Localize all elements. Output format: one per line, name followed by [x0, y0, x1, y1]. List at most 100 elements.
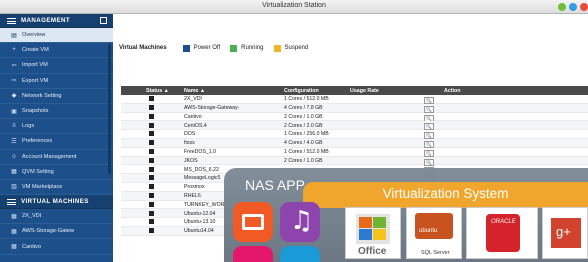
sidebar-item-label: VM Marketplace	[22, 183, 63, 190]
table-header: Status ▲ Name ▲ Configuration Usage Rate…	[121, 86, 588, 95]
menu-icon	[7, 198, 16, 205]
vm-name[interactable]: Proxmox	[184, 184, 204, 190]
status-indicator	[149, 157, 154, 163]
status-indicator	[149, 228, 154, 234]
vm-name[interactable]: Ubuntu14.04	[184, 228, 214, 234]
import-icon: ⇦	[11, 62, 17, 69]
qvm-icon: ▦	[11, 169, 17, 176]
sidebar-item-vm-marketplace[interactable]: ▥ VM Marketplace	[0, 180, 113, 196]
vm-configuration: 2 Cores / 2.0 GB	[284, 122, 323, 129]
ubuntu-sql-vm-tile[interactable]: ubuntu SQL Server	[406, 207, 462, 259]
table-row[interactable]: JKOS2 Cores / 1.0 GB▶⏸◯■⚙🔍	[121, 156, 588, 166]
table-row[interactable]: FreeDOS_1.01 Cores / 512.0 MB▶⏸◯■⚙🔍	[121, 148, 588, 157]
vm-name[interactable]: Ubuntu-12.04	[184, 211, 215, 217]
table-row[interactable]: AWS-Storage-Gateway-4 Cores / 7.8 GB▶⏸◯■…	[121, 103, 588, 113]
virtual-machines-header-label: VIRTUAL MACHINES	[21, 198, 89, 206]
sidebar-item-label: Create VM	[22, 47, 49, 54]
sidebar-item-logs[interactable]: ≡ Logs	[0, 119, 113, 135]
table-row[interactable]: fioss4 Cores / 4.0 GB▶⏸◯■⚙🔍	[121, 138, 588, 149]
status-indicator	[149, 210, 154, 216]
management-header-label: MANAGEMENT	[21, 17, 71, 24]
vm-name[interactable]: fioss	[184, 140, 195, 146]
table-row[interactable]: Cantivo2 Cores / 1.0 GB▶⏸◯■⚙🔍	[121, 113, 588, 122]
vm-name[interactable]: TURNKEY_WOR	[184, 202, 224, 208]
sidebar-vm-item[interactable]: ▦ Cantivo	[0, 239, 113, 255]
sidebar-item-label: Overview	[22, 32, 46, 39]
minimize-button[interactable]	[558, 3, 566, 11]
vm-name[interactable]: RHEL6	[184, 193, 201, 199]
sidebar-item-account-management[interactable]: ☺ Account Management	[0, 150, 113, 165]
vm-configuration: 1 Cores / 512.0 MB	[284, 96, 329, 103]
sidebar-vm-label: 2X_VDI	[22, 213, 42, 220]
sidebar-item-import-vm[interactable]: ⇦ Import VM	[0, 58, 113, 74]
vm-configuration: 1 Cores / 512.0 MB	[284, 149, 329, 156]
sidebar-vm-label: Cantivo	[22, 243, 41, 250]
sidebar-scrollbar[interactable]	[108, 44, 111, 174]
vm-configuration: 1 Cores / 256.0 MB	[284, 131, 329, 138]
vm-name[interactable]: MessageLogic5	[184, 175, 220, 181]
ubuntu-label: ubuntu	[419, 228, 438, 234]
office-label: Office	[358, 246, 387, 257]
vm-grid-icon: ▦	[11, 244, 17, 251]
sidebar-item-snapshots[interactable]: ▣ Snapshots	[0, 104, 113, 120]
name-column-header[interactable]: Name ▲	[184, 88, 205, 94]
vm-name[interactable]: JKOS	[184, 158, 198, 164]
close-button[interactable]	[580, 3, 588, 11]
status-indicator	[149, 193, 154, 199]
table-row[interactable]: 2X_VDI1 Cores / 512.0 MB▶⏸◯■⚙🔍	[121, 95, 588, 105]
vm-name[interactable]: 2X_VDI	[184, 96, 202, 102]
sidebar-vm-item[interactable]: ▦ AWS-Storage-Gatew	[0, 224, 113, 240]
sidebar-item-label: QVM Setting	[22, 168, 54, 175]
configuration-column-header: Configuration	[284, 87, 319, 94]
legend-label: Power Off	[193, 45, 221, 51]
vm-grid-icon: ▦	[11, 213, 17, 220]
vm-name[interactable]: Ubuntu-13.10	[184, 219, 215, 225]
music-station-app-icon[interactable]: ♫	[280, 202, 320, 242]
power-off-swatch	[182, 44, 190, 52]
qsync-app-icon[interactable]	[280, 246, 320, 262]
status-indicator	[149, 105, 154, 111]
sidebar-item-label: Import VM	[22, 62, 48, 69]
vm-name[interactable]: MS_DOS_6.22	[184, 167, 219, 173]
usage-column-header: Usage Rate	[350, 87, 379, 94]
photo-station-app-icon[interactable]	[233, 246, 273, 262]
status-indicator	[149, 149, 154, 155]
google-plus-label: g+	[556, 224, 571, 239]
google-plus-vm-tile[interactable]: g+	[542, 207, 588, 259]
ubuntu-folder-icon: ubuntu	[415, 213, 453, 239]
status-column-header[interactable]: Status ▲	[146, 88, 169, 94]
status-indicator	[149, 122, 154, 128]
sidebar-item-label: Account Management	[22, 153, 77, 160]
virtual-machines-section-header[interactable]: VIRTUAL MACHINES	[0, 195, 113, 210]
management-section-header[interactable]: MANAGEMENT	[0, 14, 113, 28]
status-indicator	[149, 166, 154, 172]
sidebar-item-create-vm[interactable]: + Create VM	[0, 43, 113, 59]
table-row[interactable]: DOS1 Cores / 256.0 MB▶⏸◯■⚙🔍	[121, 130, 588, 140]
sidebar-item-overview[interactable]: ▤ Overview	[0, 28, 113, 44]
maximize-button[interactable]	[569, 3, 577, 11]
vm-name[interactable]: FreeDOS_1.0	[184, 149, 216, 155]
table-row[interactable]: CentOS.42 Cores / 2.0 GB▶⏸◯■⚙🔍	[121, 121, 588, 131]
status-indicator	[149, 201, 154, 207]
sidebar-item-label: Logs	[22, 123, 35, 130]
virtualization-station-window: Virtualization Station MANAGEMENT ▤ Overv…	[0, 0, 588, 262]
vm-name[interactable]: DOS	[184, 131, 195, 137]
sidebar-item-preferences[interactable]: ☰ Preferences	[0, 134, 113, 150]
file-station-app-icon[interactable]	[233, 202, 273, 242]
vm-name[interactable]: Cantivo	[184, 114, 202, 120]
vm-configuration: 2 Cores / 1.0 GB	[284, 157, 323, 164]
sidebar-item-qvm-setting[interactable]: ▦ QVM Setting	[0, 165, 113, 180]
vm-name[interactable]: AWS-Storage-Gateway-	[184, 105, 239, 111]
sidebar-item-export-vm[interactable]: ⇨ Export VM	[0, 74, 113, 89]
vm-name[interactable]: CentOS.4	[184, 123, 207, 129]
sidebar-item-network-setting[interactable]: ◆ Network Setting	[0, 89, 113, 104]
collapse-icon[interactable]	[100, 17, 107, 24]
vm-configuration: 4 Cores / 7.8 GB	[284, 105, 323, 112]
oracle-vm-tile[interactable]: ORACLE	[466, 207, 538, 259]
plus-icon: +	[12, 47, 16, 54]
office-vm-tile[interactable]: Office	[345, 207, 401, 259]
sidebar-item-label: Snapshots	[22, 108, 49, 115]
sidebar-vm-item[interactable]: ▦ 2X_VDI	[0, 209, 113, 225]
account-icon: ☺	[10, 153, 18, 160]
folder-icon	[242, 214, 264, 230]
